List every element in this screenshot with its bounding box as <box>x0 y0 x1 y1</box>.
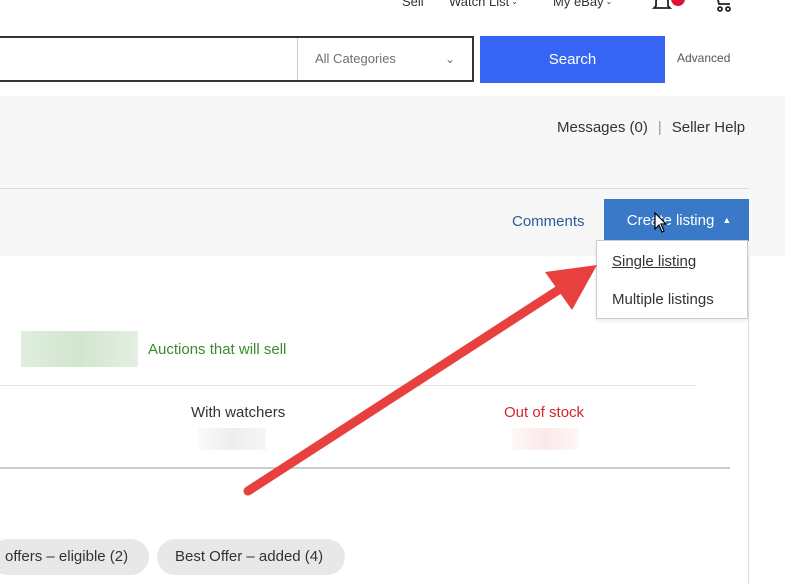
create-listing-dropdown: Single listing Multiple listings <box>596 240 748 319</box>
comments-link[interactable]: Comments <box>512 213 585 230</box>
watch-list-link[interactable]: Watch List ⌄ <box>449 0 518 9</box>
my-ebay-link[interactable]: My eBay ⌄ <box>553 0 612 9</box>
chevron-down-icon: ⌄ <box>605 0 613 6</box>
notification-dot <box>671 0 685 6</box>
cart-icon[interactable] <box>711 0 735 14</box>
filter-pill-best-offer-added[interactable]: Best Offer – added (4) <box>157 539 345 575</box>
blurred-count <box>21 331 138 367</box>
mouse-cursor-icon <box>654 212 668 233</box>
divider <box>0 467 730 469</box>
separator: | <box>657 119 662 136</box>
card-border <box>748 256 749 584</box>
my-ebay-label: My eBay <box>553 0 604 9</box>
seller-help-link[interactable]: Seller Help <box>672 119 745 136</box>
blurred-count <box>512 428 578 450</box>
divider <box>0 385 697 386</box>
category-select-value: All Categories <box>315 51 396 66</box>
chevron-down-icon: ⌄ <box>444 52 455 66</box>
search-button[interactable]: Search <box>480 36 665 83</box>
arrow-head <box>545 265 597 310</box>
advanced-search-link[interactable]: Advanced <box>677 51 730 65</box>
bell-icon[interactable] <box>652 0 672 14</box>
watch-list-label: Watch List <box>449 0 510 9</box>
divider <box>0 188 749 189</box>
global-header: Sell Watch List ⌄ My eBay ⌄ <box>0 0 785 20</box>
chevron-down-icon: ⌄ <box>511 0 518 6</box>
messages-link[interactable]: Messages (0) <box>557 119 648 136</box>
top-links: Messages (0) | Seller Help <box>557 119 745 136</box>
out-of-stock-link[interactable]: Out of stock <box>504 404 584 421</box>
menu-item-single-listing[interactable]: Single listing <box>612 253 696 270</box>
auctions-will-sell-link[interactable]: Auctions that will sell <box>148 341 286 358</box>
category-select[interactable]: All Categories ⌄ <box>297 38 473 80</box>
create-listing-label: Create listing <box>626 212 715 229</box>
arrow-shaft <box>243 284 565 496</box>
blurred-count <box>198 428 266 450</box>
sell-link-label: Sell <box>402 0 424 9</box>
filter-pill-offers-eligible[interactable]: offers – eligible (2) <box>0 539 149 575</box>
create-listing-button[interactable]: Create listing ▲ <box>604 199 749 241</box>
with-watchers-link[interactable]: With watchers <box>191 404 285 421</box>
sell-link[interactable]: Sell <box>402 0 424 9</box>
menu-item-multiple-listings[interactable]: Multiple listings <box>612 291 714 308</box>
caret-up-icon: ▲ <box>722 215 732 225</box>
